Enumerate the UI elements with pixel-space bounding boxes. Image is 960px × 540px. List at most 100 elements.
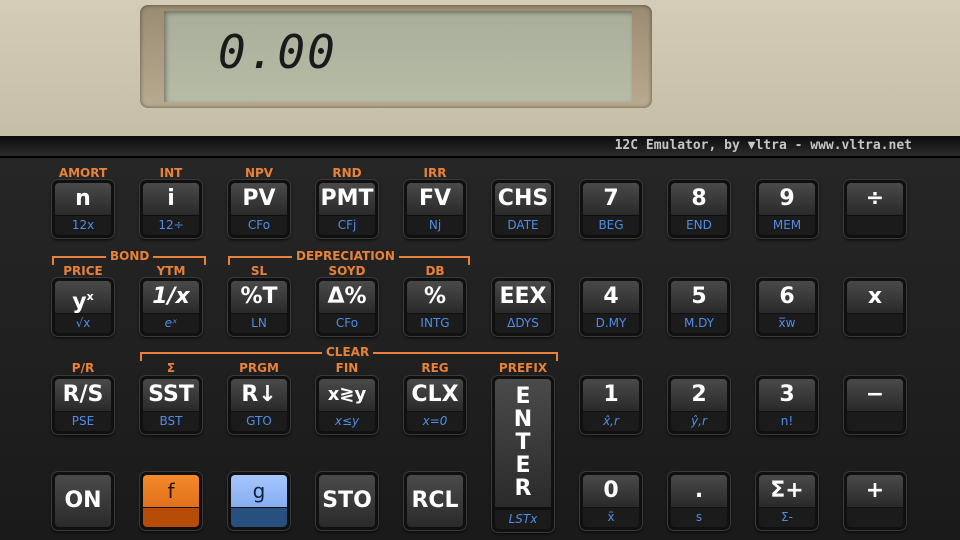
key-decimal-g: s bbox=[671, 508, 727, 527]
key-0-g: x̄ bbox=[583, 508, 639, 527]
key-3[interactable]: 3 n! bbox=[756, 376, 818, 434]
key-sst-g: BST bbox=[143, 412, 199, 431]
key-4-label: 4 bbox=[583, 281, 639, 313]
key-eex-label: EEX bbox=[495, 281, 551, 313]
key-9[interactable]: 9 MEM bbox=[756, 180, 818, 238]
key-subtract[interactable]: − bbox=[844, 376, 906, 434]
key-n-g: 12x bbox=[55, 216, 111, 235]
key-f-label: f bbox=[143, 475, 199, 507]
brand-text[interactable]: 12C Emulator, by ▼ltra - www.vltra.net bbox=[615, 138, 912, 153]
key-sigma-plus-g: Σ- bbox=[759, 508, 815, 527]
key-8-label: 8 bbox=[671, 183, 727, 215]
key-y-to-x[interactable]: yx √x bbox=[52, 278, 114, 336]
key-rcl-label: RCL bbox=[407, 475, 463, 527]
key-g-shift[interactable]: g bbox=[228, 472, 290, 530]
display-value: 0.00 bbox=[218, 25, 337, 79]
key-4[interactable]: 4 D.MY bbox=[580, 278, 642, 336]
key-eex-g: ΔDYS bbox=[495, 314, 551, 333]
key-fv-g: Nj bbox=[407, 216, 463, 235]
enter-letter: E bbox=[515, 453, 531, 478]
key-run-stop-label: R/S bbox=[55, 379, 111, 411]
key-n-label: n bbox=[55, 183, 111, 215]
key-8-g: END bbox=[671, 216, 727, 235]
f-label-rnd: RND bbox=[332, 166, 362, 180]
key-rcl[interactable]: RCL bbox=[404, 472, 466, 530]
key-pv[interactable]: PV CFo bbox=[228, 180, 290, 238]
key-2-label: 2 bbox=[671, 379, 727, 411]
key-9-label: 9 bbox=[759, 183, 815, 215]
key-clx[interactable]: CLX x=0 bbox=[404, 376, 466, 434]
key-g-base bbox=[231, 508, 287, 527]
key-x-swap-y-label: x≷y bbox=[319, 379, 375, 411]
key-chs[interactable]: CHS DATE bbox=[492, 180, 554, 238]
f-label-sigma: Σ bbox=[166, 361, 176, 375]
key-x-swap-y[interactable]: x≷y x≤y bbox=[316, 376, 378, 434]
keypad: AMORT n 12x INT i 12÷ NPV PV CFo RND PMT CFj… bbox=[0, 158, 960, 540]
key-run-stop[interactable]: R/S PSE bbox=[52, 376, 114, 434]
key-enter[interactable]: E N T E R LSTx bbox=[492, 376, 554, 532]
key-f-base bbox=[143, 508, 199, 527]
key-enter-g: LSTx bbox=[495, 510, 551, 529]
key-reciprocal-g: eˣ bbox=[143, 314, 199, 333]
depreciation-group-label: DEPRECIATION bbox=[292, 249, 399, 263]
f-label-sl: SL bbox=[250, 264, 268, 278]
key-n[interactable]: n 12x bbox=[52, 180, 114, 238]
key-percent-total-g: LN bbox=[231, 314, 287, 333]
key-percent[interactable]: % INTG bbox=[404, 278, 466, 336]
enter-letter: E bbox=[515, 384, 531, 409]
key-f-shift[interactable]: f bbox=[140, 472, 202, 530]
key-sto[interactable]: STO bbox=[316, 472, 378, 530]
key-chs-label: CHS bbox=[495, 183, 551, 215]
key-add-g bbox=[847, 508, 903, 527]
enter-letter: N bbox=[513, 407, 533, 432]
key-clx-label: CLX bbox=[407, 379, 463, 411]
key-5[interactable]: 5 M.DY bbox=[668, 278, 730, 336]
key-1[interactable]: 1 x̂,r bbox=[580, 376, 642, 434]
key-6-label: 6 bbox=[759, 281, 815, 313]
key-add[interactable]: + bbox=[844, 472, 906, 530]
key-3-label: 3 bbox=[759, 379, 815, 411]
key-roll-down[interactable]: R↓ GTO bbox=[228, 376, 290, 434]
key-3-g: n! bbox=[759, 412, 815, 431]
key-subtract-g bbox=[847, 412, 903, 431]
key-6[interactable]: 6 x̅w bbox=[756, 278, 818, 336]
key-7[interactable]: 7 BEG bbox=[580, 180, 642, 238]
f-label-fin: FIN bbox=[335, 361, 359, 375]
key-delta-percent[interactable]: Δ% CFo bbox=[316, 278, 378, 336]
key-i[interactable]: i 12÷ bbox=[140, 180, 202, 238]
key-percent-total-label: %T bbox=[231, 281, 287, 313]
key-fv[interactable]: FV Nj bbox=[404, 180, 466, 238]
key-0-label: 0 bbox=[583, 475, 639, 507]
key-sto-label: STO bbox=[319, 475, 375, 527]
f-label-db: DB bbox=[425, 264, 445, 278]
key-multiply-g bbox=[847, 314, 903, 333]
key-divide[interactable]: ÷ bbox=[844, 180, 906, 238]
key-8[interactable]: 8 END bbox=[668, 180, 730, 238]
key-reciprocal[interactable]: 1/x eˣ bbox=[140, 278, 202, 336]
key-x-swap-y-g: x≤y bbox=[319, 412, 375, 431]
f-label-ytm: YTM bbox=[156, 264, 186, 278]
lcd-screen: 0.00 bbox=[164, 11, 632, 102]
key-0[interactable]: 0 x̄ bbox=[580, 472, 642, 530]
brand-strip: 12C Emulator, by ▼ltra - www.vltra.net bbox=[0, 136, 960, 158]
key-y-to-x-label: y bbox=[72, 289, 87, 315]
key-eex[interactable]: EEX ΔDYS bbox=[492, 278, 554, 336]
key-roll-down-g: GTO bbox=[231, 412, 287, 431]
key-chs-g: DATE bbox=[495, 216, 551, 235]
key-9-g: MEM bbox=[759, 216, 815, 235]
key-percent-total[interactable]: %T LN bbox=[228, 278, 290, 336]
key-decimal[interactable]: .s bbox=[668, 472, 730, 530]
key-pmt[interactable]: PMT CFj bbox=[316, 180, 378, 238]
key-sst[interactable]: SST BST bbox=[140, 376, 202, 434]
enter-letters: E N T E R bbox=[495, 385, 551, 500]
key-on[interactable]: ON bbox=[52, 472, 114, 530]
f-label-soyd: SOYD bbox=[328, 264, 366, 278]
key-g-label: g bbox=[231, 475, 287, 507]
key-sigma-plus[interactable]: Σ+ Σ- bbox=[756, 472, 818, 530]
key-multiply[interactable]: x bbox=[844, 278, 906, 336]
key-y-to-x-g: √x bbox=[55, 314, 111, 333]
key-2[interactable]: 2 ŷ,r bbox=[668, 376, 730, 434]
key-sigma-plus-label: Σ+ bbox=[759, 475, 815, 507]
f-label-irr: IRR bbox=[423, 166, 447, 180]
clear-group-label: CLEAR bbox=[322, 345, 374, 359]
